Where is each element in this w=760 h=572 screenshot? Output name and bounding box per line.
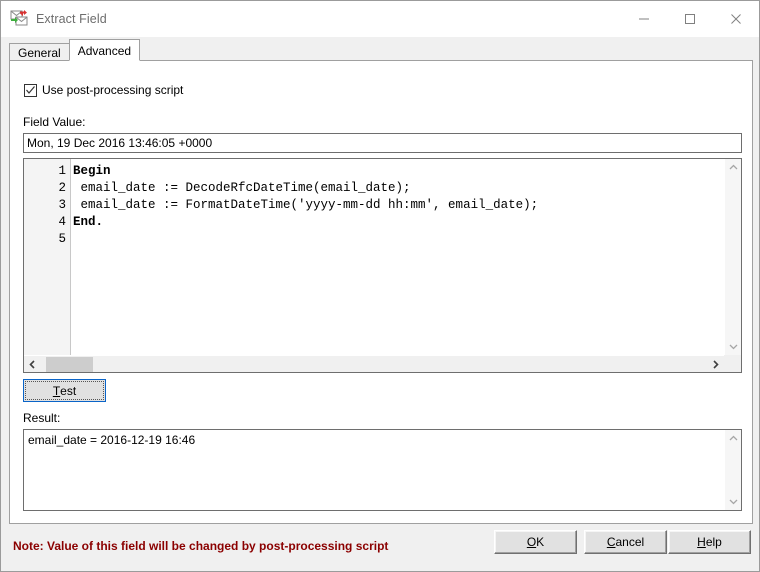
cancel-button-accel: C — [606, 535, 616, 549]
use-post-processing-script-label: Use post-processing script — [42, 83, 184, 97]
test-button-text: est — [60, 383, 77, 398]
tab-advanced[interactable]: Advanced — [68, 39, 141, 61]
script-code[interactable]: Begin email_date := DecodeRfcDateTime(em… — [71, 159, 724, 355]
cancel-button[interactable]: Cancel — [584, 530, 667, 554]
chevron-up-icon[interactable] — [725, 430, 741, 447]
result-output[interactable]: email_date = 2016-12-19 16:46 — [23, 429, 742, 511]
line-number: 1 — [58, 164, 66, 178]
result-vertical-scrollbar[interactable] — [724, 430, 741, 510]
test-button-accel: T — [52, 383, 61, 398]
test-button[interactable]: Test — [23, 379, 106, 402]
cancel-button-text: ancel — [615, 535, 645, 549]
chevron-right-icon[interactable] — [707, 356, 724, 372]
code-line: email_date := DecodeRfcDateTime(email_da… — [73, 181, 411, 195]
code-line: Begin — [73, 164, 111, 178]
extract-field-dialog: Extract Field General Advanced Use post-… — [0, 0, 760, 572]
test-button-label: Test — [25, 381, 104, 400]
chevron-down-icon[interactable] — [725, 338, 741, 355]
chevron-up-icon[interactable] — [725, 159, 741, 176]
editor-horizontal-scrollbar[interactable] — [24, 355, 724, 372]
close-icon[interactable] — [713, 1, 759, 37]
line-number: 4 — [58, 215, 66, 229]
dialog-footer: Note: Value of this field will be change… — [1, 524, 759, 571]
help-button-accel: H — [697, 535, 706, 549]
title-bar: Extract Field — [1, 1, 759, 37]
line-number: 2 — [58, 181, 66, 195]
window-title: Extract Field — [36, 12, 107, 26]
advanced-tab-panel: Use post-processing script Field Value: … — [9, 60, 753, 524]
checkbox-icon[interactable] — [24, 83, 37, 97]
post-processing-note: Note: Value of this field will be change… — [13, 539, 389, 553]
maximize-icon[interactable] — [667, 1, 713, 37]
window-controls — [621, 1, 759, 37]
tab-strip: General Advanced — [9, 39, 141, 61]
chevron-down-icon[interactable] — [725, 493, 741, 510]
script-editor-content[interactable]: 1 2 3 4 5 Begin email_date := DecodeRfcD… — [24, 159, 724, 355]
result-text: email_date = 2016-12-19 16:46 — [28, 433, 196, 447]
extract-field-icon — [10, 10, 28, 28]
field-value-input[interactable] — [23, 133, 742, 153]
ok-button[interactable]: OK — [494, 530, 577, 554]
line-number: 5 — [58, 232, 66, 246]
line-number-gutter: 1 2 3 4 5 — [24, 159, 71, 355]
ok-button-accel: O — [526, 535, 537, 549]
use-post-processing-script-row[interactable]: Use post-processing script — [24, 83, 183, 97]
horizontal-scroll-thumb[interactable] — [46, 357, 93, 372]
tab-general[interactable]: General — [9, 43, 70, 61]
editor-vertical-scrollbar[interactable] — [724, 159, 741, 355]
help-button[interactable]: Help — [668, 530, 751, 554]
line-number: 3 — [58, 198, 66, 212]
result-label: Result: — [23, 411, 61, 425]
ok-button-text: K — [536, 535, 545, 549]
code-line: End. — [73, 215, 104, 229]
script-editor[interactable]: 1 2 3 4 5 Begin email_date := DecodeRfcD… — [23, 158, 742, 373]
help-button-text: elp — [705, 535, 722, 549]
chevron-left-icon[interactable] — [24, 356, 41, 372]
field-value-label: Field Value: — [23, 115, 86, 129]
code-line: email_date := FormatDateTime('yyyy-mm-dd… — [73, 198, 539, 212]
scrollbar-corner — [724, 355, 741, 372]
minimize-icon[interactable] — [621, 1, 667, 37]
